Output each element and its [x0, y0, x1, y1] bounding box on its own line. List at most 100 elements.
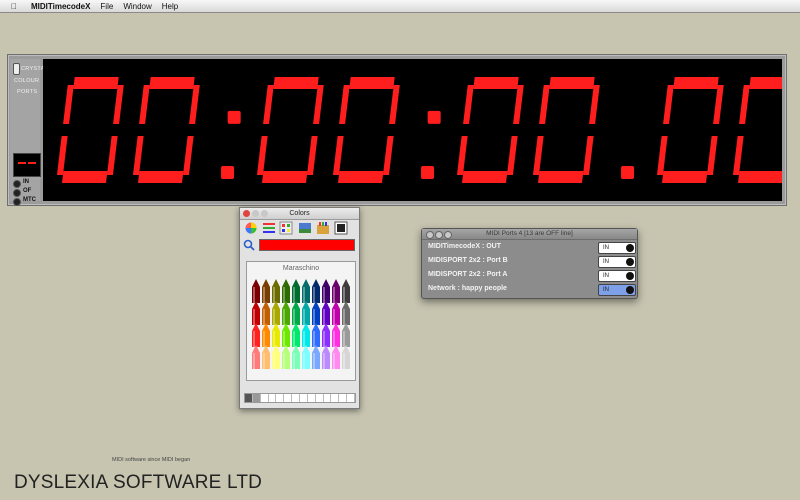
crayon-grid[interactable]	[251, 275, 351, 378]
midi-ports-titlebar: MIDI Ports 4 [13 are OFF line]	[422, 229, 637, 240]
timecode-window: CRYSTAL COLOUR PORTS IN OF MTC	[7, 54, 787, 206]
menu-window[interactable]: Window	[123, 2, 151, 11]
timecode-digit	[656, 77, 724, 183]
crayon[interactable]	[312, 301, 320, 325]
midi-ports-panel: MIDI Ports 4 [13 are OFF line] MIDITimec…	[421, 228, 638, 299]
crayon[interactable]	[322, 301, 330, 325]
close-icon[interactable]	[426, 231, 434, 239]
recent-swatches[interactable]	[244, 393, 356, 403]
mini-display	[13, 153, 41, 177]
crayon[interactable]	[312, 345, 320, 369]
crayons-icon[interactable]	[316, 221, 330, 236]
crayon[interactable]	[332, 301, 340, 325]
crayon[interactable]	[332, 345, 340, 369]
port-toggle[interactable]: IN	[598, 284, 636, 296]
crayon[interactable]	[292, 323, 300, 347]
magnifier-icon[interactable]	[243, 239, 255, 251]
port-label: Network : happy people	[428, 285, 507, 292]
timecode-digits	[56, 77, 782, 183]
timecode-display	[43, 59, 782, 201]
zoom-icon[interactable]	[261, 210, 268, 217]
port-label: MIDISPORT 2x2 : Port A	[428, 271, 508, 278]
crayon[interactable]	[302, 279, 310, 303]
image-palettes-icon[interactable]	[298, 221, 312, 236]
port-label: MIDITimecodeX : OUT	[428, 243, 501, 250]
crayon[interactable]	[262, 323, 270, 347]
crayon-name: Maraschino	[282, 265, 320, 272]
knob-icon	[626, 286, 634, 294]
crayon[interactable]	[282, 323, 290, 347]
color-palettes-icon[interactable]	[279, 221, 293, 236]
menu-file[interactable]: File	[100, 2, 113, 11]
close-icon[interactable]	[243, 210, 250, 217]
port-toggle[interactable]: IN	[598, 256, 636, 268]
crayon[interactable]	[282, 301, 290, 325]
crayon[interactable]	[262, 301, 270, 325]
crayon[interactable]	[342, 301, 350, 325]
crayon[interactable]	[342, 279, 350, 303]
zoom-icon[interactable]	[444, 231, 452, 239]
crayon[interactable]	[322, 345, 330, 369]
crayon[interactable]	[262, 279, 270, 303]
crayon[interactable]	[332, 323, 340, 347]
port-toggle[interactable]: IN	[598, 270, 636, 282]
crayon[interactable]	[252, 323, 260, 347]
menu-help[interactable]: Help	[162, 2, 178, 11]
tagline: MIDI software since MIDI began	[112, 457, 191, 463]
colors-title: Colors	[289, 210, 310, 217]
colour-button[interactable]: COLOUR	[14, 78, 39, 84]
timecode-digit	[456, 77, 524, 183]
crayon[interactable]	[302, 323, 310, 347]
port-row: MIDISPORT 2x2 : Port B IN	[428, 255, 636, 268]
ports-button[interactable]: PORTS	[17, 89, 37, 95]
spectrum-icon[interactable]	[334, 221, 348, 236]
midi-ports-title: MIDI Ports 4 [13 are OFF line]	[486, 230, 573, 237]
indicator-of: OF	[13, 188, 39, 197]
crayon[interactable]	[292, 345, 300, 369]
timecode-digit	[332, 77, 400, 183]
crayon[interactable]	[252, 279, 260, 303]
port-toggle[interactable]: IN	[598, 242, 636, 254]
company-name: DYSLEXIA SOFTWARE LTD	[14, 472, 263, 493]
crayon[interactable]	[282, 279, 290, 303]
crayon[interactable]	[272, 301, 280, 325]
crayon[interactable]	[252, 301, 260, 325]
crayon[interactable]	[252, 345, 260, 369]
minimize-icon[interactable]	[435, 231, 443, 239]
crayon[interactable]	[262, 345, 270, 369]
crayon[interactable]	[302, 301, 310, 325]
crayon[interactable]	[322, 279, 330, 303]
crystal-switch[interactable]	[13, 63, 20, 75]
menu-bar:  MIDITimecodeX File Window Help	[0, 0, 800, 13]
timecode-side-panel: CRYSTAL COLOUR PORTS IN OF MTC	[10, 59, 48, 206]
crayon[interactable]	[342, 345, 350, 369]
crayon[interactable]	[292, 279, 300, 303]
crayon[interactable]	[342, 323, 350, 347]
timecode-digit	[256, 77, 324, 183]
knob-icon	[626, 272, 634, 280]
timecode-digit	[532, 77, 600, 183]
crayon[interactable]	[282, 345, 290, 369]
color-sliders-icon[interactable]	[262, 221, 276, 236]
color-wheel-icon[interactable]	[244, 221, 258, 236]
indicator-mtc: MTC	[13, 197, 39, 206]
timecode-digit	[732, 77, 782, 183]
menu-app-name[interactable]: MIDITimecodeX	[31, 2, 90, 11]
crayon[interactable]	[312, 279, 320, 303]
crayon[interactable]	[302, 345, 310, 369]
port-row: MIDITimecodeX : OUT IN	[428, 241, 636, 254]
crayon[interactable]	[322, 323, 330, 347]
crayon[interactable]	[272, 345, 280, 369]
crayon-box: Maraschino	[246, 261, 356, 381]
port-row: Network : happy people IN	[428, 283, 636, 296]
current-color-swatch[interactable]	[259, 239, 355, 251]
crayon[interactable]	[332, 279, 340, 303]
timecode-colon	[221, 110, 241, 180]
crayon[interactable]	[312, 323, 320, 347]
crayon[interactable]	[272, 279, 280, 303]
minimize-icon[interactable]	[252, 210, 259, 217]
crayon[interactable]	[292, 301, 300, 325]
crayon[interactable]	[272, 323, 280, 347]
apple-icon[interactable]: 	[9, 2, 19, 11]
color-picker-row	[243, 239, 356, 251]
